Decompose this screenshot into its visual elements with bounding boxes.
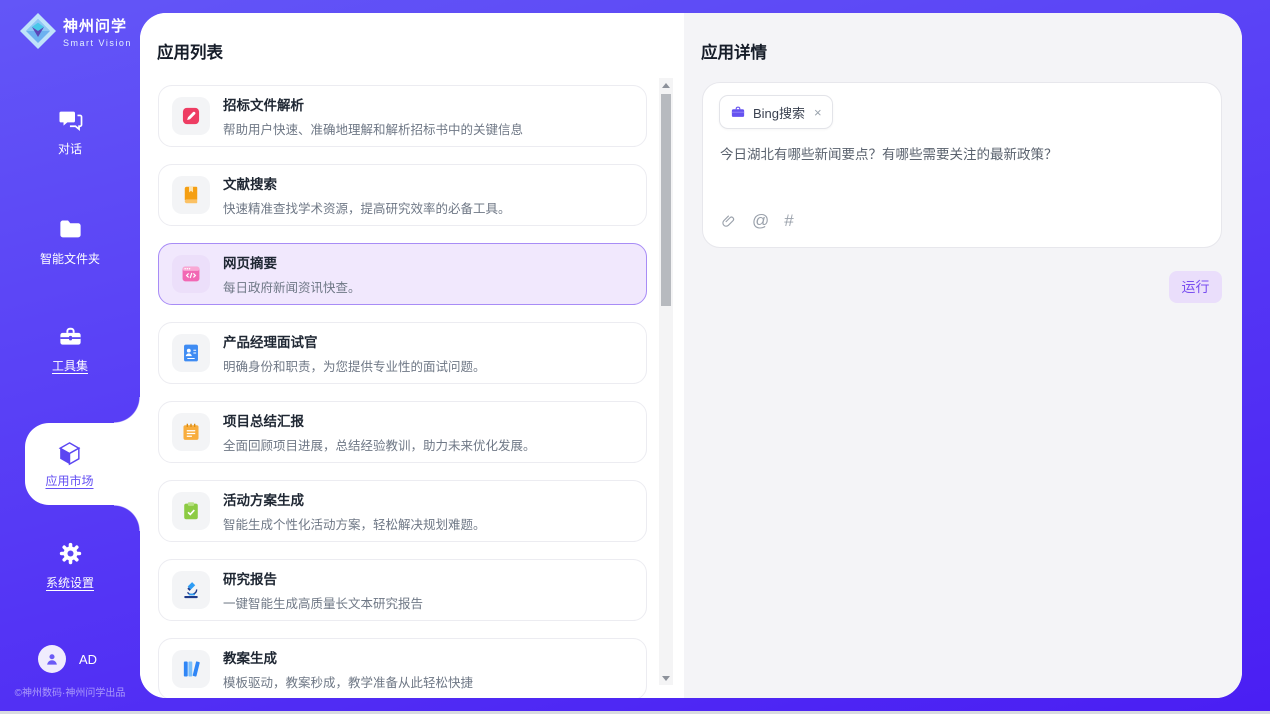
app-list-item[interactable]: 招标文件解析 帮助用户快速、准确地理解和解析招标书中的关键信息 [158, 85, 647, 147]
avatar[interactable] [38, 645, 66, 673]
attachment-icon[interactable] [720, 213, 737, 230]
pen-square-icon [172, 97, 210, 135]
mention-icon[interactable]: @ [752, 211, 769, 231]
sidebar-item-label: 工具集 [52, 357, 88, 374]
prompt-toolbar: @ # [720, 211, 794, 231]
app-name: 教案生成 [223, 647, 473, 667]
person-doc-icon [172, 334, 210, 372]
app-description: 模板驱动，教案秒成，教学准备从此轻松快捷 [223, 672, 473, 691]
app-background: { "brand": {"name": "神州问学", "subtitle": … [0, 0, 1270, 714]
main-content: 应用列表 招标文件解析 帮助用户快速、准确地理解和解析招标书中的关键信息 文献搜… [140, 13, 1242, 698]
app-description: 每日政府新闻资讯快查。 [223, 277, 361, 296]
user-icon [43, 650, 61, 668]
scroll-down-arrow-icon[interactable] [659, 671, 673, 685]
app-list-item[interactable]: 网页摘要 每日政府新闻资讯快查。 [158, 243, 647, 305]
note-icon [172, 413, 210, 451]
app-name: 研究报告 [223, 568, 423, 588]
app-list-item[interactable]: 活动方案生成 智能生成个性化活动方案，轻松解决规划难题。 [158, 480, 647, 542]
app-description: 快速精准查找学术资源，提高研究效率的必备工具。 [223, 198, 511, 217]
run-button[interactable]: 运行 [1169, 271, 1222, 303]
app-description: 智能生成个性化活动方案，轻松解决规划难题。 [223, 514, 486, 533]
prompt-card: Bing搜索 × 今日湖北有哪些新闻要点？有哪些需要关注的最新政策？ @ # [702, 82, 1222, 248]
sidebar-footer: ©神州数码·神州问学出品 [0, 684, 140, 699]
tool-tag-bing-search[interactable]: Bing搜索 × [719, 95, 833, 129]
app-list-title: 应用列表 [157, 39, 223, 63]
sidebar-item-folder[interactable]: 智能文件夹 [0, 216, 140, 267]
books-icon [172, 650, 210, 688]
app-name: 产品经理面试官 [223, 331, 486, 351]
folder-icon [57, 216, 84, 243]
toolbox-icon [57, 323, 84, 350]
brand-subtitle: Smart Vision [63, 38, 132, 48]
scrollbar-thumb[interactable] [661, 94, 671, 306]
app-description: 帮助用户快速、准确地理解和解析招标书中的关键信息 [223, 119, 523, 138]
app-name: 网页摘要 [223, 252, 361, 272]
brand-logo: 神州问学 Smart Vision [18, 11, 132, 51]
app-list-item[interactable]: 产品经理面试官 明确身份和职责，为您提供专业性的面试问题。 [158, 322, 647, 384]
scrollbar[interactable] [659, 78, 673, 685]
app-name: 招标文件解析 [223, 94, 523, 114]
browser-code-icon [172, 255, 210, 293]
app-description: 明确身份和职责，为您提供专业性的面试问题。 [223, 356, 486, 375]
app-list-pane: 应用列表 招标文件解析 帮助用户快速、准确地理解和解析招标书中的关键信息 文献搜… [140, 13, 684, 698]
app-detail-title: 应用详情 [701, 39, 767, 63]
sidebar-item-cube[interactable]: 应用市场 [25, 423, 140, 505]
book-icon [172, 176, 210, 214]
tool-tag-label: Bing搜索 [753, 103, 805, 122]
chat-icon [57, 106, 84, 133]
app-description: 一键智能生成高质量长文本研究报告 [223, 593, 423, 612]
brand-name: 神州问学 [63, 15, 132, 36]
app-name: 活动方案生成 [223, 489, 486, 509]
sidebar-item-label: 对话 [58, 140, 82, 157]
app-list-item[interactable]: 项目总结汇报 全面回顾项目进展，总结经验教训，助力未来优化发展。 [158, 401, 647, 463]
topic-icon[interactable]: # [784, 211, 793, 231]
sidebar-item-label: 系统设置 [46, 574, 94, 591]
sidebar: 神州问学 Smart Vision 对话 智能文件夹 工具集 应用市场 系统设置… [0, 0, 140, 714]
app-description: 全面回顾项目进展，总结经验教训，助力未来优化发展。 [223, 435, 536, 454]
clipboard-check-icon [172, 492, 210, 530]
app-list-item[interactable]: 文献搜索 快速精准查找学术资源，提高研究效率的必备工具。 [158, 164, 647, 226]
app-name: 项目总结汇报 [223, 410, 536, 430]
app-name: 文献搜索 [223, 173, 511, 193]
brand-diamond-icon [18, 11, 58, 51]
sidebar-item-gear[interactable]: 系统设置 [0, 540, 140, 591]
briefcase-icon [730, 104, 746, 120]
sidebar-item-label: 智能文件夹 [40, 250, 100, 267]
gear-icon [57, 540, 84, 567]
app-list: 招标文件解析 帮助用户快速、准确地理解和解析招标书中的关键信息 文献搜索 快速精… [158, 85, 647, 698]
app-list-item[interactable]: 教案生成 模板驱动，教案秒成，教学准备从此轻松快捷 [158, 638, 647, 698]
scroll-up-arrow-icon[interactable] [659, 78, 673, 92]
app-detail-pane: 应用详情 Bing搜索 × 今日湖北有哪些新闻要点？有哪些需要关注的最新政策？ … [684, 13, 1242, 698]
sidebar-item-chat[interactable]: 对话 [0, 106, 140, 157]
microscope-icon [172, 571, 210, 609]
tag-close-icon[interactable]: × [814, 105, 822, 120]
user-label: AD [79, 652, 97, 667]
cube-icon [56, 440, 83, 467]
sidebar-item-label: 应用市场 [45, 472, 93, 489]
user-row[interactable]: AD [0, 645, 140, 673]
prompt-input[interactable]: 今日湖北有哪些新闻要点？有哪些需要关注的最新政策？ [720, 145, 1205, 165]
app-list-item[interactable]: 研究报告 一键智能生成高质量长文本研究报告 [158, 559, 647, 621]
sidebar-item-toolbox[interactable]: 工具集 [0, 323, 140, 374]
